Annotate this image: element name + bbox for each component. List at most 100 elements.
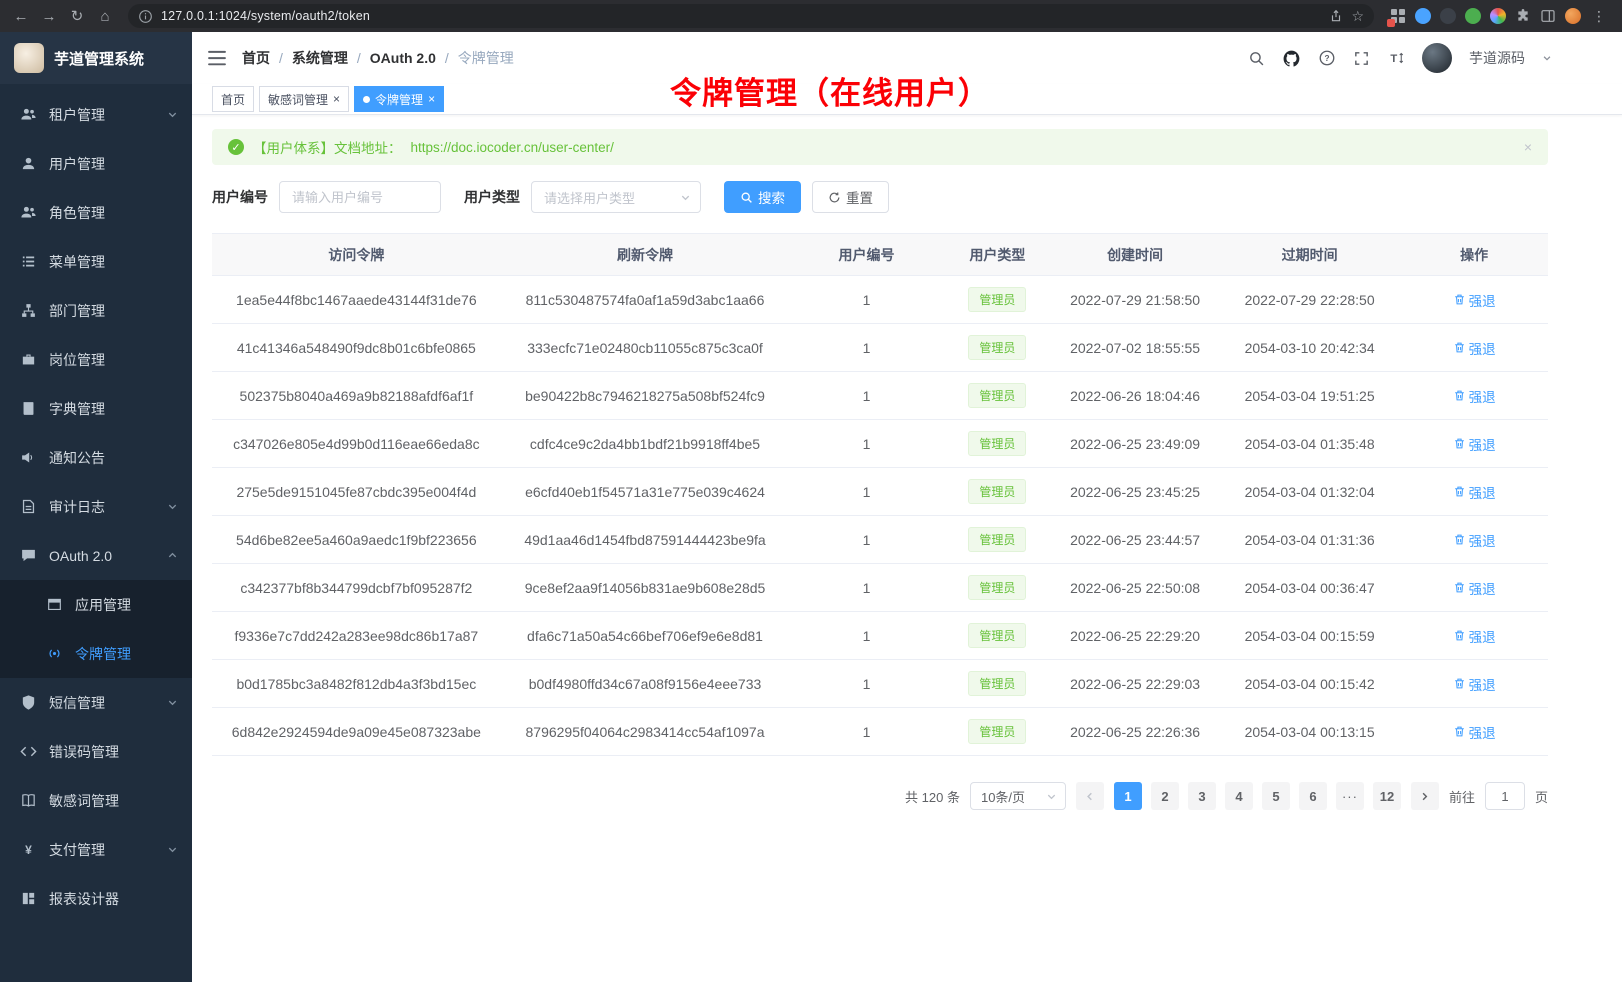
sidebar-item-notice-mgmt[interactable]: 通知公告 <box>0 433 192 482</box>
table-row: 54d6be82ee5a460a9aedc1f9bf223656 49d1aa4… <box>212 516 1548 564</box>
next-page-button[interactable] <box>1411 782 1439 810</box>
home-button[interactable]: ⌂ <box>92 3 118 29</box>
force-logout-label: 强退 <box>1469 482 1496 502</box>
yen-icon: ¥ <box>20 841 37 858</box>
extension-dark-icon[interactable] <box>1440 8 1456 24</box>
breadcrumb-home[interactable]: 首页 <box>242 48 270 68</box>
force-logout-button[interactable]: 强退 <box>1453 434 1496 454</box>
user-type-badge: 管理员 <box>968 623 1026 648</box>
font-size-icon[interactable]: T <box>1387 49 1405 67</box>
sidebar-item-sensitive-words[interactable]: 敏感词管理 <box>0 776 192 825</box>
banner-close-icon[interactable]: × <box>1524 139 1532 155</box>
extension-color-icon[interactable] <box>1490 8 1506 24</box>
force-logout-button[interactable]: 强退 <box>1453 674 1496 694</box>
breadcrumb-oauth[interactable]: OAuth 2.0 <box>370 50 436 66</box>
user-avatar[interactable] <box>1422 43 1452 73</box>
sidebar-item-menu-mgmt[interactable]: 菜单管理 <box>0 237 192 286</box>
force-logout-button[interactable]: 强退 <box>1453 722 1496 742</box>
close-icon[interactable]: × <box>333 93 340 105</box>
sidebar-item-payment-mgmt[interactable]: ¥ 支付管理 <box>0 825 192 874</box>
tab-token-mgmt[interactable]: 令牌管理 × <box>354 86 444 112</box>
force-logout-button[interactable]: 强退 <box>1453 578 1496 598</box>
search-button[interactable]: 搜索 <box>724 181 801 213</box>
share-icon[interactable] <box>1329 9 1343 23</box>
sidebar-item-errcode-mgmt[interactable]: 错误码管理 <box>0 727 192 776</box>
extension-grid-icon[interactable] <box>1390 8 1406 24</box>
side-panel-icon[interactable] <box>1540 8 1556 24</box>
page-button[interactable]: ··· <box>1336 782 1364 810</box>
user-id-input[interactable] <box>279 181 441 213</box>
sidebar-item-dept-mgmt[interactable]: 部门管理 <box>0 286 192 335</box>
force-logout-button[interactable]: 强退 <box>1453 626 1496 646</box>
shield-icon <box>20 694 37 711</box>
page-button[interactable]: 1 <box>1114 782 1142 810</box>
pagination: 共 120 条 10条/页 1 2 3 4 <box>212 782 1548 810</box>
doc-banner: ✓ 【用户体系】文档地址： https://doc.iocoder.cn/use… <box>212 129 1548 165</box>
page-button[interactable]: 12 <box>1373 782 1401 810</box>
force-logout-button[interactable]: 强退 <box>1453 290 1496 310</box>
search-icon[interactable] <box>1248 50 1265 67</box>
fullscreen-icon[interactable] <box>1353 50 1370 67</box>
prev-page-button[interactable] <box>1076 782 1104 810</box>
bookmark-star-icon[interactable]: ☆ <box>1351 8 1364 25</box>
sidebar-item-report-designer[interactable]: 报表设计器 <box>0 874 192 923</box>
page-button[interactable]: 4 <box>1225 782 1253 810</box>
sidebar-item-post-mgmt[interactable]: 岗位管理 <box>0 335 192 384</box>
extension-green-icon[interactable] <box>1465 8 1481 24</box>
sidebar-item-audit-log[interactable]: 审计日志 <box>0 482 192 531</box>
open-book-icon <box>20 792 37 809</box>
forward-button[interactable]: → <box>36 3 62 29</box>
user-name[interactable]: 芋道源码 <box>1469 48 1525 68</box>
reset-button[interactable]: 重置 <box>812 181 889 213</box>
page-button[interactable]: 6 <box>1299 782 1327 810</box>
refresh-token-cell: b0df4980ffd34c67a08f9156e4eee733 <box>501 660 790 708</box>
help-icon[interactable]: ? <box>1318 49 1336 67</box>
sidebar-item-token-mgmt[interactable]: 令牌管理 <box>0 629 192 678</box>
banner-link[interactable]: https://doc.iocoder.cn/user-center/ <box>411 140 614 155</box>
breadcrumb-system[interactable]: 系统管理 <box>292 48 348 68</box>
back-button[interactable]: ← <box>8 3 34 29</box>
chevron-down-icon <box>167 697 178 708</box>
sidebar-item-role-mgmt[interactable]: 角色管理 <box>0 188 192 237</box>
page-button[interactable]: 3 <box>1188 782 1216 810</box>
menu-label: OAuth 2.0 <box>49 548 112 564</box>
reload-button[interactable]: ↻ <box>64 3 90 29</box>
force-logout-button[interactable]: 强退 <box>1453 482 1496 502</box>
user-type-cell: 管理员 <box>944 516 1051 564</box>
access-token-cell: c342377bf8b344799dcbf7bf095287f2 <box>212 564 501 612</box>
sidebar-item-app-mgmt[interactable]: 应用管理 <box>0 580 192 629</box>
tab-sensitive-words[interactable]: 敏感词管理 × <box>259 86 349 112</box>
force-logout-button[interactable]: 强退 <box>1453 386 1496 406</box>
puzzle-extensions-icon[interactable] <box>1515 8 1531 24</box>
extension-blue-icon[interactable] <box>1415 8 1431 24</box>
close-icon[interactable]: × <box>428 93 435 105</box>
action-cell: 强退 <box>1400 420 1548 468</box>
browser-menu-icon[interactable]: ⋮ <box>1590 8 1608 25</box>
app-logo[interactable]: 芋道管理系统 <box>0 32 192 84</box>
page-button[interactable]: 5 <box>1262 782 1290 810</box>
tab-home[interactable]: 首页 <box>212 86 254 112</box>
profile-avatar-icon[interactable] <box>1565 8 1581 24</box>
user-type-select[interactable]: 请选择用户类型 <box>531 181 701 213</box>
create-time-cell: 2022-07-02 18:55:55 <box>1051 324 1219 372</box>
delete-icon <box>1453 533 1466 546</box>
sidebar-item-sms-mgmt[interactable]: 短信管理 <box>0 678 192 727</box>
sidebar-menu: 租户管理 用户管理 角色管理 菜单管理 部门管理 岗位管理 <box>0 84 192 923</box>
force-logout-button[interactable]: 强退 <box>1453 338 1496 358</box>
page-button[interactable]: 2 <box>1151 782 1179 810</box>
force-logout-button[interactable]: 强退 <box>1453 530 1496 550</box>
github-icon[interactable] <box>1282 49 1301 68</box>
delete-icon <box>1453 341 1466 354</box>
sidebar-item-dict-mgmt[interactable]: 字典管理 <box>0 384 192 433</box>
address-bar[interactable]: 127.0.0.1:1024/system/oauth2/token ☆ <box>128 4 1374 28</box>
hamburger-icon[interactable] <box>208 50 226 66</box>
sidebar-item-tenant-mgmt[interactable]: 租户管理 <box>0 90 192 139</box>
menu-label: 部门管理 <box>49 301 105 321</box>
breadcrumb-current: 令牌管理 <box>458 48 514 68</box>
sidebar-item-oauth[interactable]: OAuth 2.0 <box>0 531 192 580</box>
chevron-down-icon[interactable] <box>1542 53 1552 63</box>
goto-page-input[interactable] <box>1485 782 1525 810</box>
sidebar-item-user-mgmt[interactable]: 用户管理 <box>0 139 192 188</box>
page-size-select[interactable]: 10条/页 <box>970 782 1066 810</box>
menu-label: 用户管理 <box>49 154 105 174</box>
